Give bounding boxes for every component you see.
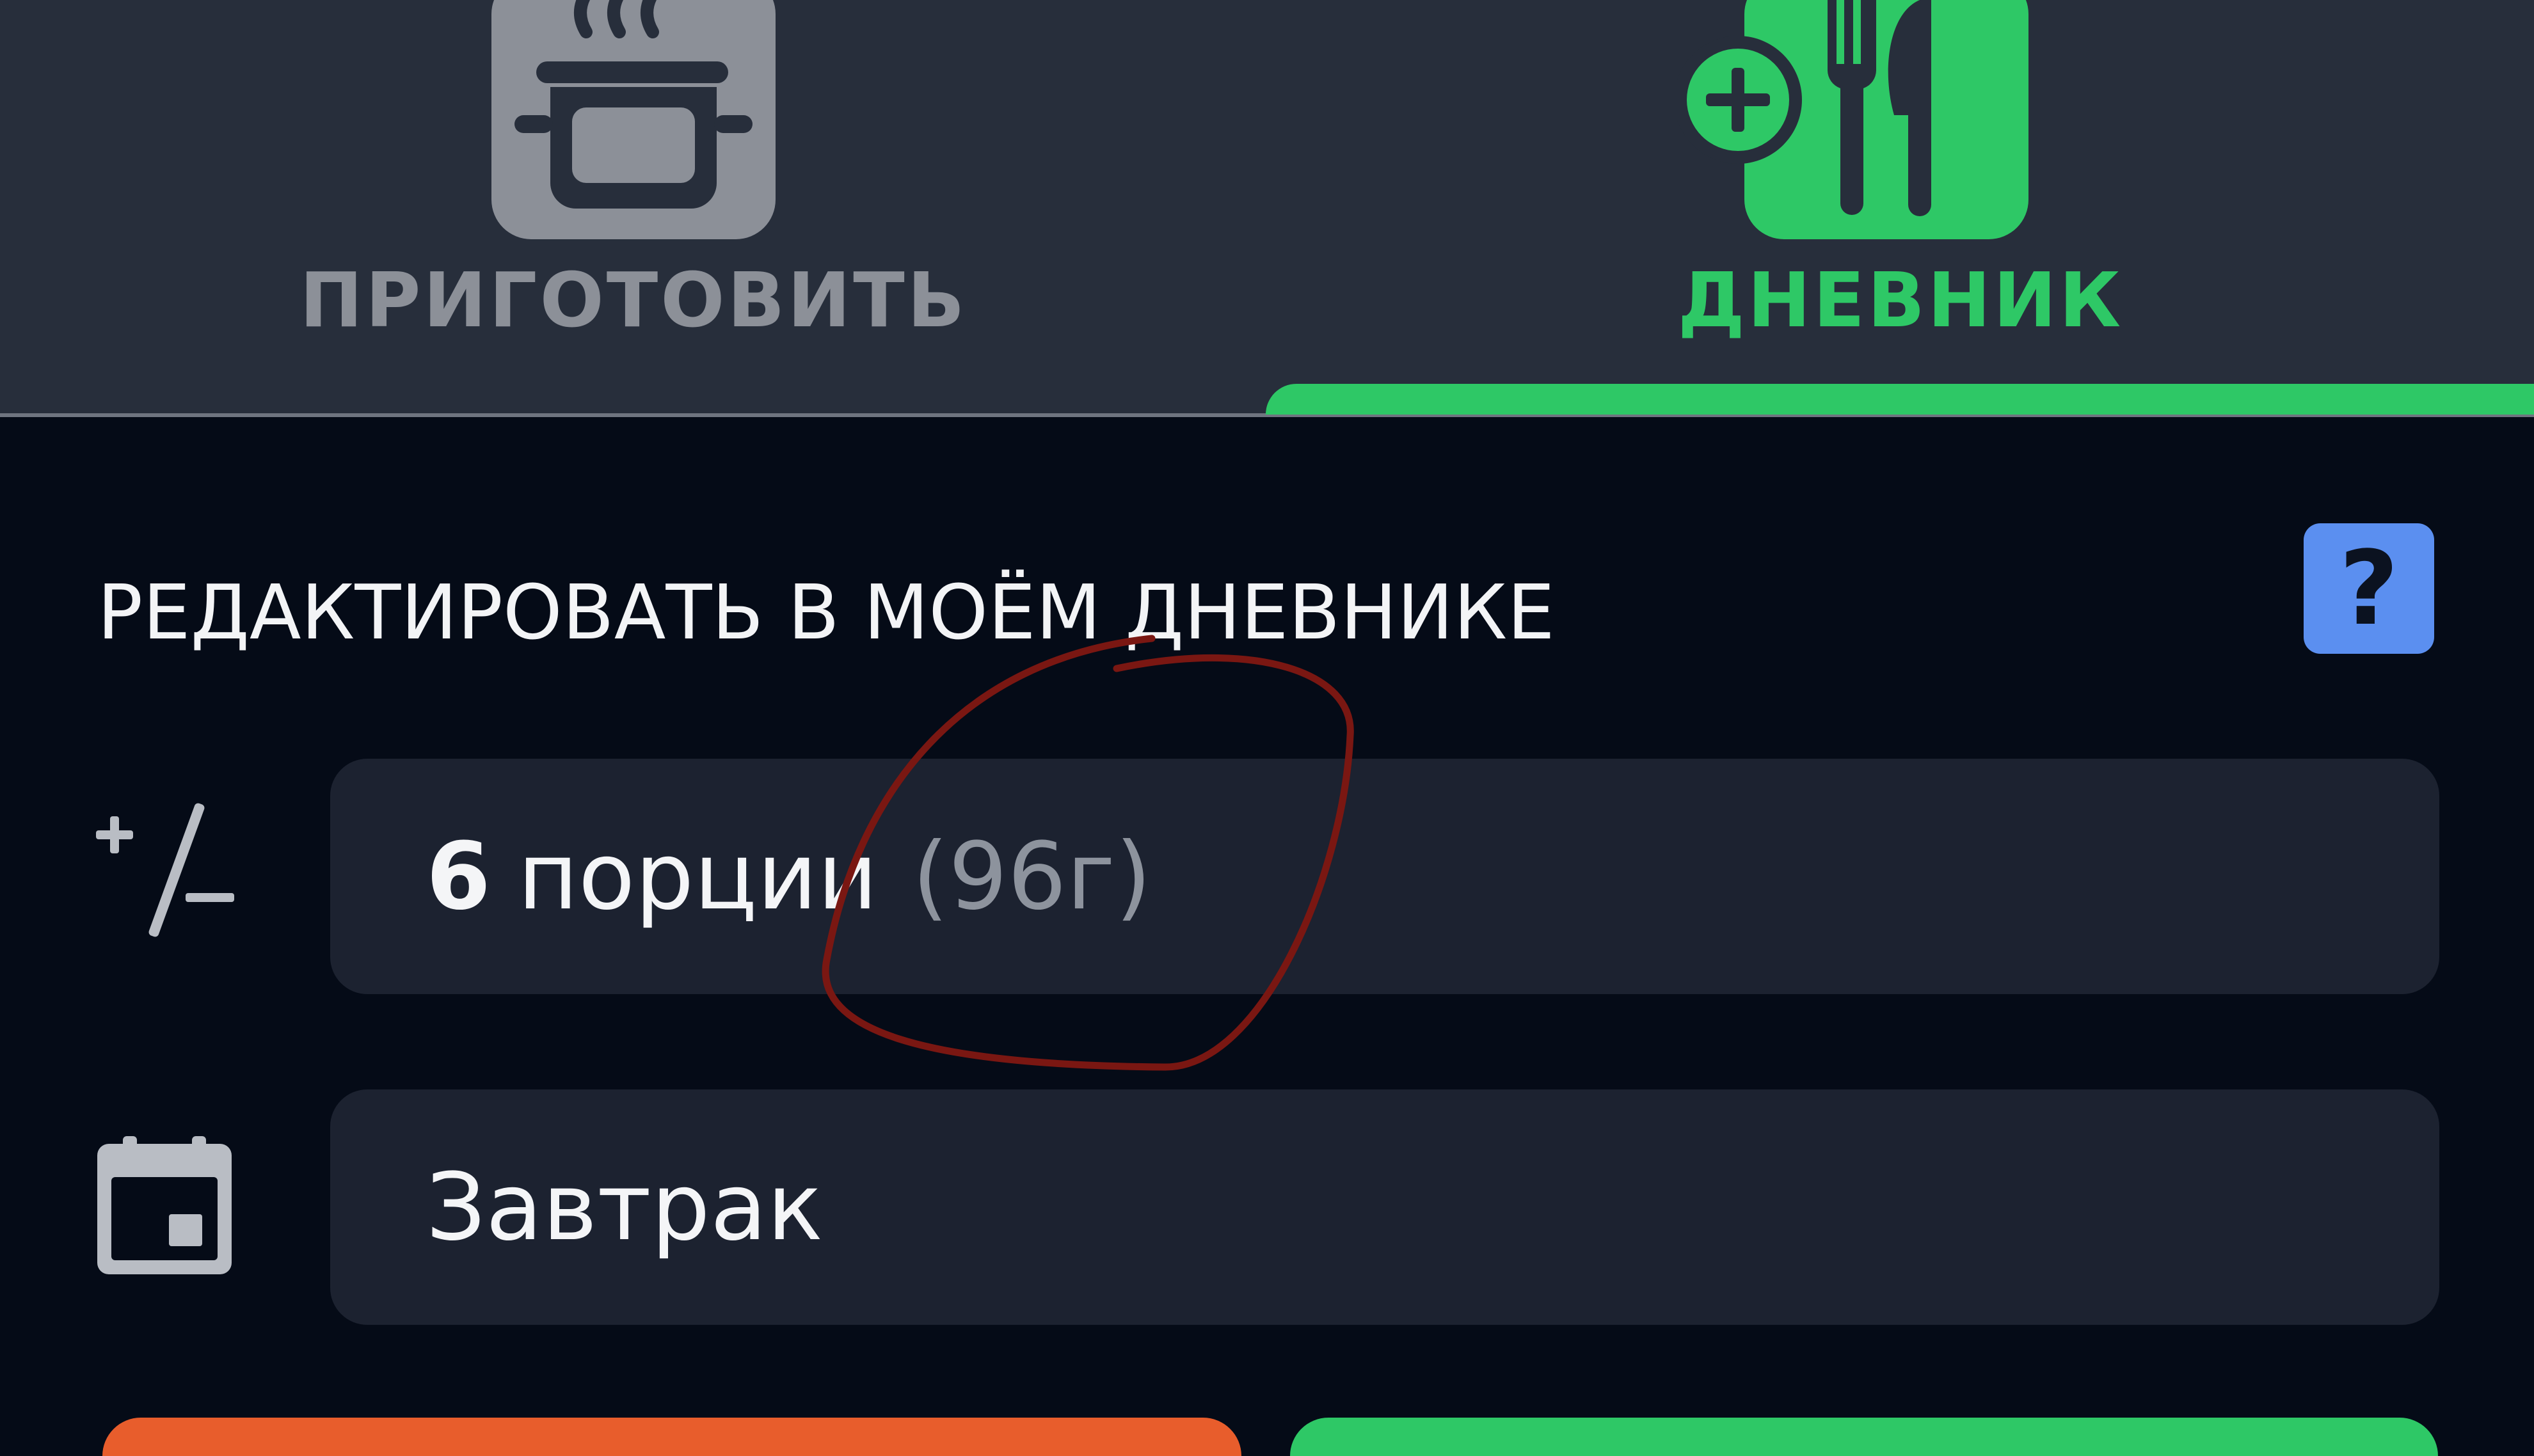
portion-quantity: 6: [426, 822, 491, 931]
tab-diary-label: ДНЕВНИК: [1677, 256, 2124, 344]
diary-add-cutlery-icon: [1677, 0, 2028, 239]
help-button[interactable]: ?: [2304, 523, 2434, 654]
tab-cook[interactable]: ПРИГОТОВИТЬ: [0, 0, 1267, 417]
cancel-button[interactable]: [102, 1418, 1241, 1456]
meal-field[interactable]: Завтрак: [330, 1089, 2439, 1325]
portion-unit: порции: [517, 822, 878, 931]
cooking-pot-icon: [491, 0, 776, 239]
active-tab-indicator: [1266, 384, 2534, 415]
portion-weight: (96г): [912, 822, 1152, 931]
tab-bar: ПРИГОТОВИТЬ ДНЕВНИК: [0, 0, 2534, 417]
confirm-button[interactable]: [1290, 1418, 2438, 1456]
calendar-icon: [97, 1136, 232, 1274]
tab-diary[interactable]: ДНЕВНИК: [1267, 0, 2534, 417]
meal-value: Завтрак: [426, 1153, 824, 1262]
portions-field[interactable]: 6 порции (96г): [330, 759, 2439, 994]
section-title: РЕДАКТИРОВАТЬ В МОЁМ ДНЕВНИКЕ: [97, 568, 1555, 656]
plus-minus-icon: [96, 803, 234, 937]
tab-cook-label: ПРИГОТОВИТЬ: [299, 256, 968, 344]
